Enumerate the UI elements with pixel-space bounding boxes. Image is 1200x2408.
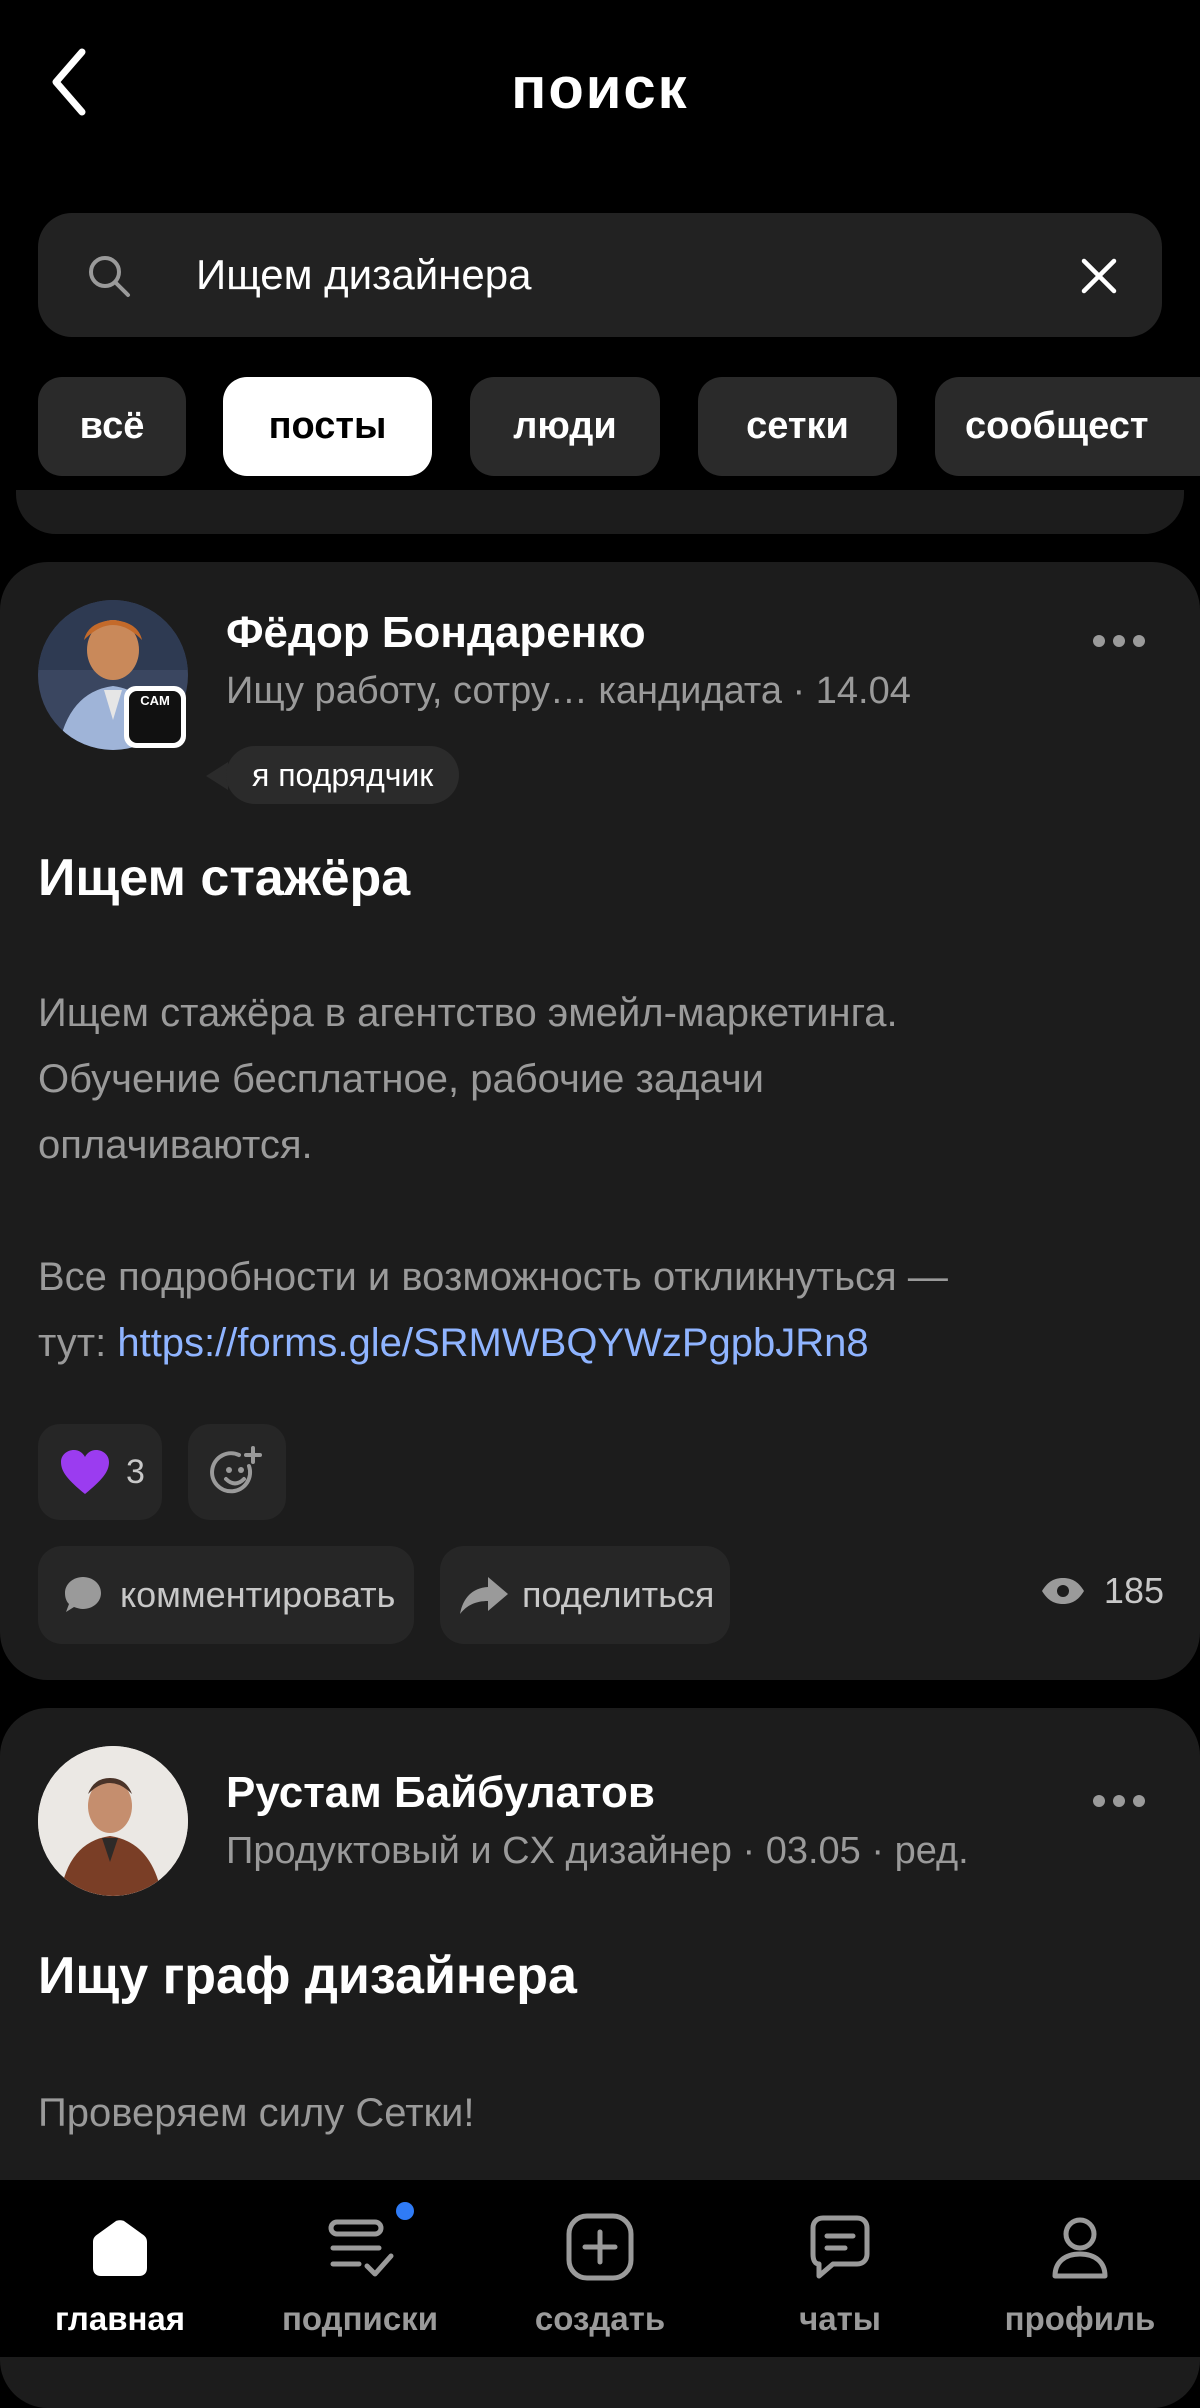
author-name[interactable]: Рустам Байбулатов xyxy=(226,1768,655,1818)
more-icon[interactable] xyxy=(1092,634,1146,648)
tab-profile[interactable]: профиль xyxy=(960,2180,1200,2357)
reaction-button[interactable]: 3 xyxy=(38,1424,162,1520)
post-body: Проверяем силу Сетки! xyxy=(38,2091,475,2135)
purple-heart-icon xyxy=(61,1450,109,1494)
filter-grids[interactable]: сетки xyxy=(698,377,897,476)
author-subtitle: Продуктовый и CX дизайнер · 03.05 · ред. xyxy=(226,1830,969,1872)
views-counter: 185 xyxy=(1040,1570,1164,1612)
create-icon xyxy=(566,2213,634,2281)
post-title: Ищу граф дизайнера xyxy=(38,1947,577,2005)
bottom-tab-bar: главная подписки создать чаты профиль xyxy=(0,2180,1200,2357)
post-body: Ищем стажёра в агентство эмейл-маркетинг… xyxy=(38,991,948,1365)
more-icon[interactable] xyxy=(1092,1794,1146,1808)
filter-people[interactable]: люди xyxy=(470,377,660,476)
filter-posts[interactable]: посты xyxy=(223,377,432,476)
comment-icon xyxy=(65,1577,101,1612)
comment-button[interactable]: комментировать xyxy=(38,1546,414,1644)
add-reaction-button[interactable] xyxy=(188,1424,286,1520)
subscriptions-icon xyxy=(328,2219,394,2277)
avatar-badge: CAM xyxy=(124,686,186,748)
close-icon[interactable] xyxy=(1076,253,1122,299)
post-link[interactable]: https://forms.gle/SRMWBQYWzPgpbJRn8 xyxy=(117,1321,868,1365)
share-button[interactable]: поделиться xyxy=(440,1546,730,1644)
page-title: поиск xyxy=(511,56,689,121)
notification-dot xyxy=(396,2202,414,2220)
previous-card-edge xyxy=(16,490,1184,534)
search-bar[interactable]: Ищем дизайнера xyxy=(38,213,1162,337)
status-badge: я подрядчик xyxy=(226,746,460,804)
tab-home[interactable]: главная xyxy=(0,2180,240,2357)
share-icon xyxy=(460,1577,508,1614)
search-input[interactable]: Ищем дизайнера xyxy=(196,251,532,299)
tab-chats[interactable]: чаты xyxy=(720,2180,960,2357)
search-icon xyxy=(89,256,130,297)
reaction-count: 3 xyxy=(126,1452,145,1491)
tab-create[interactable]: создать xyxy=(480,2180,720,2357)
post-card[interactable]: CAM Фёдор Бондаренко Ищу работу, сотру… … xyxy=(0,562,1200,1680)
home-icon xyxy=(93,2220,147,2276)
chat-icon xyxy=(810,2215,870,2279)
eye-icon xyxy=(1041,1578,1084,1604)
header: поиск xyxy=(0,0,1200,180)
post-title: Ищем стажёра xyxy=(38,849,411,907)
add-emoji-icon xyxy=(210,1446,262,1494)
profile-icon xyxy=(1052,2217,1108,2279)
avatar[interactable] xyxy=(38,1746,188,1896)
author-name[interactable]: Фёдор Бондаренко xyxy=(226,608,646,658)
author-subtitle: Ищу работу, сотру… кандидата · 14.04 xyxy=(226,670,911,712)
filter-tabs: всё посты люди сетки сообщест xyxy=(0,377,1200,477)
filter-all[interactable]: всё xyxy=(38,377,186,476)
badge-tail xyxy=(206,762,228,790)
tab-subscriptions[interactable]: подписки xyxy=(240,2180,480,2357)
filter-communities[interactable]: сообщест xyxy=(935,377,1200,476)
